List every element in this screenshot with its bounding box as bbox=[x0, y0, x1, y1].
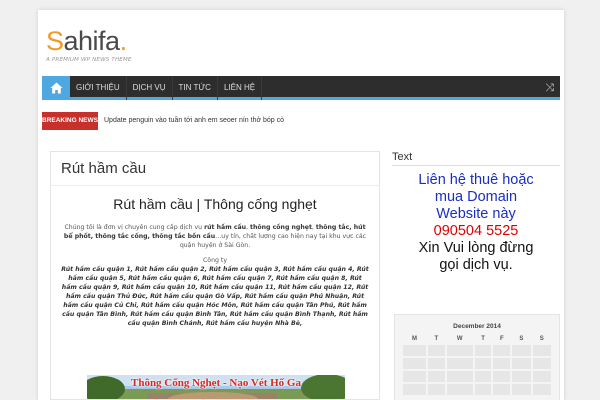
calendar-caption: December 2014 bbox=[453, 323, 501, 330]
nav-home-button[interactable] bbox=[42, 76, 70, 100]
link-rut-ham-cau[interactable]: rút hầm cầu bbox=[204, 224, 246, 231]
contact-line-5: gọi dịch vụ. bbox=[439, 257, 513, 273]
calendar-cell bbox=[493, 358, 511, 369]
calendar-cell bbox=[474, 345, 492, 356]
calendar-day-header: M bbox=[411, 336, 417, 342]
calendar-cell bbox=[446, 384, 473, 395]
page-container: Sahifa. A PREMIUM WP NEWS THEME GIỚI THI… bbox=[38, 10, 564, 400]
calendar-cell bbox=[532, 345, 551, 356]
calendar-day-header: F bbox=[499, 336, 504, 342]
calendar-cell bbox=[532, 358, 551, 369]
contact-phone: 090504 5525 bbox=[433, 223, 519, 239]
calendar-cell bbox=[532, 384, 551, 395]
calendar-day-header: T bbox=[434, 336, 439, 342]
link-thong-cong-nghet[interactable]: thông cống nghẹt bbox=[250, 224, 312, 231]
calendar-cell bbox=[493, 371, 511, 382]
calendar-cell bbox=[532, 371, 551, 382]
calendar-cell bbox=[427, 345, 445, 356]
calendar-cell bbox=[474, 384, 492, 395]
shuffle-icon[interactable]: ⤨ bbox=[545, 82, 554, 94]
calendar-cell bbox=[512, 384, 531, 395]
calendar-cell bbox=[446, 371, 473, 382]
calendar-cell bbox=[493, 384, 511, 395]
calendar-cell bbox=[474, 358, 492, 369]
post-title: Rút hầm cầu bbox=[51, 152, 379, 186]
nav-item-lien-he[interactable]: LIÊN HỆ bbox=[218, 76, 263, 100]
calendar-cell bbox=[403, 345, 426, 356]
contact-line-1: Liên hệ thuê hoặc bbox=[418, 172, 534, 188]
contact-line-2: mua Domain bbox=[434, 189, 518, 205]
company-label: Công ty bbox=[202, 257, 227, 264]
calendar-cell bbox=[403, 358, 426, 369]
nav-item-dich-vu[interactable]: DỊCH VỤ bbox=[127, 76, 173, 100]
calendar-cell bbox=[512, 371, 531, 382]
calendar-cell bbox=[427, 384, 445, 395]
calendar-cell bbox=[512, 345, 531, 356]
contact-line-4: Xin Vui lòng đừng bbox=[418, 240, 534, 256]
calendar-cell bbox=[512, 358, 531, 369]
banner-image: Thông Cống Nghẹt - Nạo Vét Hố Ga bbox=[87, 375, 345, 399]
calendar-cell bbox=[446, 345, 473, 356]
calendar-cell bbox=[427, 358, 445, 369]
calendar-cell bbox=[403, 384, 426, 395]
calendar-cell bbox=[446, 358, 473, 369]
home-icon bbox=[50, 82, 62, 94]
breaking-news-link[interactable]: Update penguin vào tuần tới anh em seoer… bbox=[104, 112, 284, 130]
calendar-cell bbox=[427, 371, 445, 382]
calendar-cell bbox=[474, 371, 492, 382]
breaking-news-label: BREAKING NEWS bbox=[42, 112, 98, 130]
calendar-day-header: T bbox=[481, 336, 485, 342]
post-heading: Rút hầm cầu | Thông cống nghẹt bbox=[113, 196, 317, 212]
main-nav: GIỚI THIỆU DỊCH VỤ TIN TỨC LIÊN HỆ ⤨ bbox=[42, 76, 560, 100]
calendar-cell bbox=[493, 345, 511, 356]
contact-line-3: Website này bbox=[436, 206, 516, 222]
banner-text: Thông Cống Nghẹt - Nạo Vét Hố Ga bbox=[130, 377, 301, 389]
nav-item-tin-tuc[interactable]: TIN TỨC bbox=[173, 76, 218, 100]
sidebar: Text Liên hệ thuê hoặc mua Domain Websit… bbox=[392, 151, 560, 274]
breaking-news-bar: BREAKING NEWS Update penguin vào tuần tớ… bbox=[42, 112, 560, 130]
text-widget-body: Liên hệ thuê hoặc mua Domain Website này… bbox=[392, 172, 560, 274]
calendar-day-header: W bbox=[456, 336, 463, 342]
calendar-day-header: S bbox=[519, 336, 524, 342]
nav-item-gioi-thieu[interactable]: GIỚI THIỆU bbox=[70, 76, 127, 100]
calendar-cell bbox=[403, 371, 426, 382]
logo-tagline: A PREMIUM WP NEWS THEME bbox=[46, 57, 132, 63]
calendar-widget: December 2014 M T W T F S S bbox=[394, 314, 560, 400]
post-intro: Chúng tôi là đơn vị chuyên cung cấp dịch… bbox=[63, 224, 367, 249]
calendar-table: M T W T F S S bbox=[401, 333, 553, 397]
logo-wordmark: Sahifa. bbox=[46, 26, 127, 56]
district-links[interactable]: Rút hầm cầu quận 1, Rút hầm cầu quận 2, … bbox=[51, 265, 379, 328]
post-content: Rút hầm cầu Rút hầm cầu | Thông cống ngh… bbox=[50, 151, 380, 400]
calendar-day-header: S bbox=[539, 336, 544, 342]
site-logo[interactable]: Sahifa. A PREMIUM WP NEWS THEME bbox=[46, 26, 132, 63]
text-widget-title: Text bbox=[392, 151, 560, 166]
